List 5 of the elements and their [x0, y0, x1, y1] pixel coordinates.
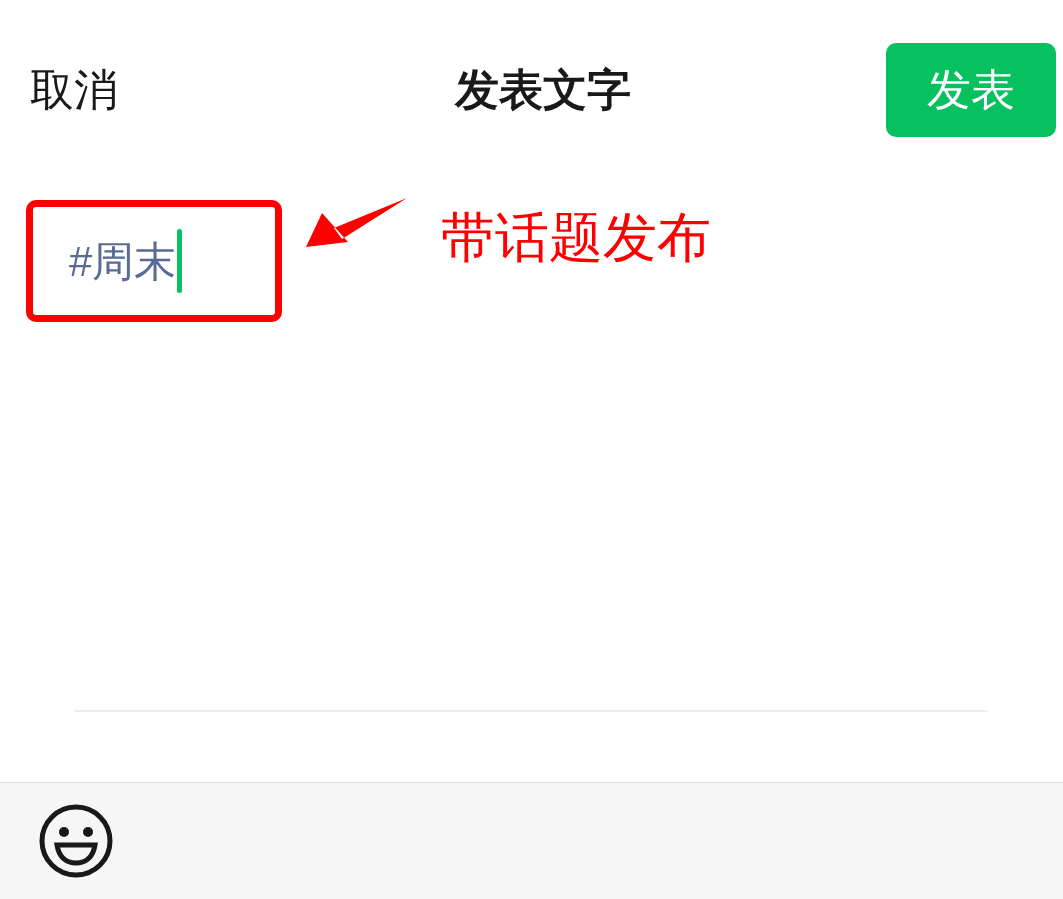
text-input[interactable]: #周末: [69, 226, 183, 296]
cancel-link[interactable]: 取消: [30, 57, 230, 123]
page-title: 发表文字: [455, 64, 631, 116]
emoji-icon[interactable]: [38, 803, 114, 879]
annotation-text: 带话题发布: [441, 206, 711, 269]
